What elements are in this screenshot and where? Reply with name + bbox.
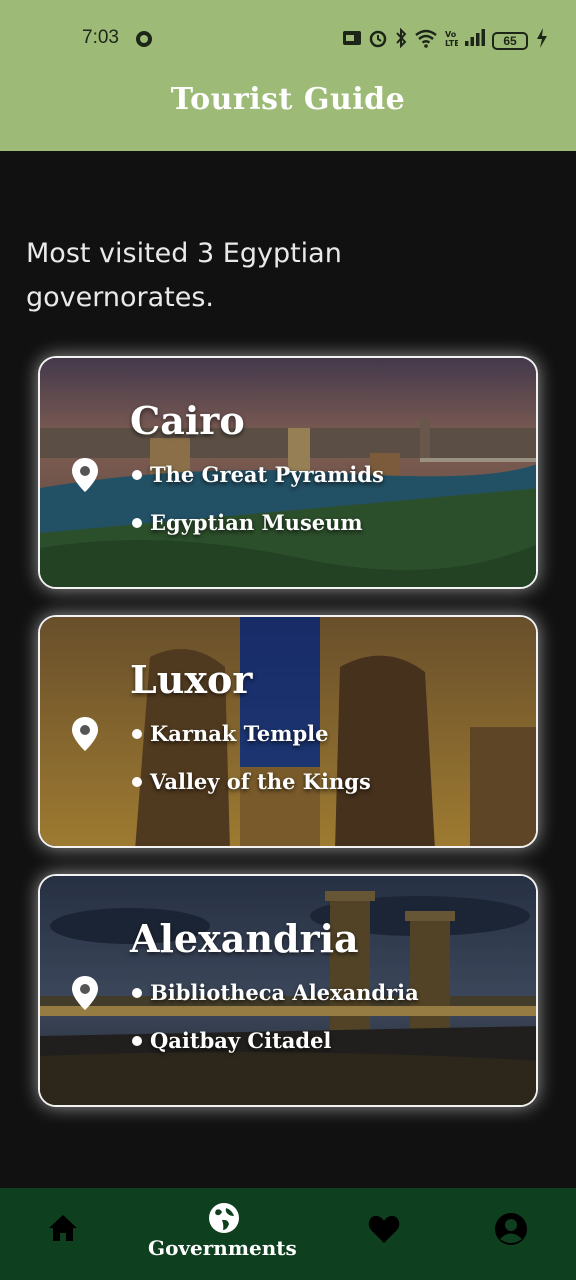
location-pin-icon xyxy=(72,717,98,755)
intro-line-1: Most visited 3 Egyptian xyxy=(26,238,342,269)
nav-governments-label: Governments xyxy=(148,1236,297,1260)
nav-favorites[interactable] xyxy=(352,1188,416,1280)
location-pin-icon xyxy=(72,458,98,496)
svg-text:LTE: LTE xyxy=(445,39,458,48)
charging-icon xyxy=(536,28,548,54)
bottom-nav: Governments xyxy=(0,1188,576,1280)
location-pin-icon xyxy=(72,976,98,1014)
alarm-icon xyxy=(368,28,388,54)
account-icon xyxy=(494,1212,528,1250)
intro-line-2: governorates. xyxy=(26,282,214,313)
nav-home[interactable] xyxy=(32,1188,96,1280)
battery-icon: 65 xyxy=(492,32,528,50)
nav-profile[interactable] xyxy=(478,1188,542,1280)
status-bar: 7:03 Vo LTE 65 xyxy=(0,22,576,56)
heart-icon xyxy=(368,1214,400,1248)
volte-icon: Vo LTE xyxy=(444,28,460,54)
cast-icon xyxy=(342,29,362,53)
svg-text:Vo: Vo xyxy=(445,30,457,39)
home-icon xyxy=(48,1214,78,1246)
nav-governments[interactable]: Governments xyxy=(140,1188,310,1280)
card-item: Karnak Temple xyxy=(132,721,328,746)
status-icons: Vo LTE 65 xyxy=(342,27,528,54)
card-title: Luxor xyxy=(130,657,253,702)
bluetooth-icon xyxy=(394,27,408,54)
governorate-card-luxor[interactable]: Luxor Karnak Temple Valley of the Kings xyxy=(38,615,538,848)
card-item: The Great Pyramids xyxy=(132,462,384,487)
app-header: 7:03 Vo LTE 65 Tourist Guide xyxy=(0,0,576,151)
globe-icon xyxy=(208,1202,240,1238)
whatsapp-icon xyxy=(134,29,154,55)
card-title: Cairo xyxy=(130,398,245,443)
signal-icon xyxy=(464,29,486,53)
card-item: Egyptian Museum xyxy=(132,510,363,535)
card-item: Bibliotheca Alexandria xyxy=(132,980,419,1005)
card-title: Alexandria xyxy=(130,916,359,961)
app-title: Tourist Guide xyxy=(170,82,406,117)
card-item: Valley of the Kings xyxy=(132,769,371,794)
wifi-icon xyxy=(414,28,438,54)
status-time: 7:03 xyxy=(82,27,119,48)
intro-text: Most visited 3 Egyptian governorates. xyxy=(26,232,546,320)
governorate-card-cairo[interactable]: Cairo The Great Pyramids Egyptian Museum xyxy=(38,356,538,589)
governorate-card-alexandria[interactable]: Alexandria Bibliotheca Alexandria Qaitba… xyxy=(38,874,538,1107)
card-item: Qaitbay Citadel xyxy=(132,1028,331,1053)
